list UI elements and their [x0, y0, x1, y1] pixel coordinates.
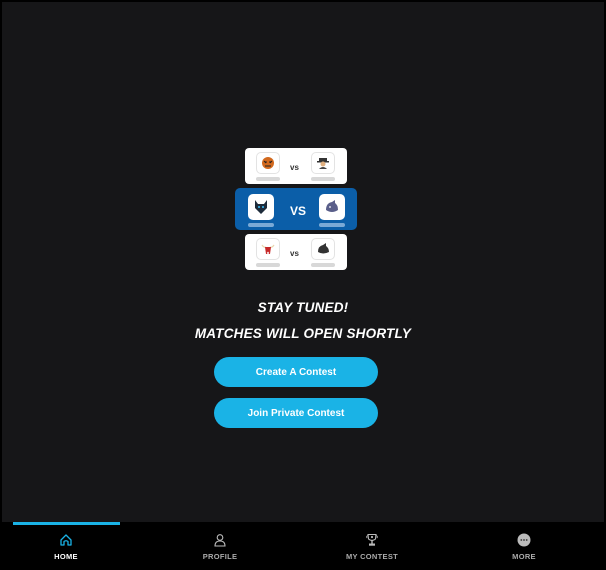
- team-name-placeholder: [256, 263, 280, 267]
- team-name-placeholder: [248, 223, 274, 227]
- bottom-nav: HOME PROFILE MY CONTEST MORE: [2, 522, 604, 570]
- team-name-placeholder: [256, 177, 280, 181]
- more-icon: [516, 532, 532, 548]
- team-name-placeholder: [319, 223, 345, 227]
- team-logo-rhino-blue: [319, 194, 345, 220]
- user-icon: [212, 532, 228, 548]
- stay-tuned-title: STAY TUNED!: [257, 300, 349, 315]
- home-icon: [58, 532, 74, 548]
- active-tab-indicator: [13, 522, 120, 525]
- app-screen: vs VS vs STAY TUNED! MATCHES WILL OPEN S…: [2, 2, 604, 570]
- nav-tab-label: MORE: [512, 552, 536, 561]
- trophy-icon: [364, 532, 380, 548]
- team-logo-rhino: [311, 238, 335, 260]
- team-logo-bull: [256, 238, 280, 260]
- vs-label: vs: [290, 163, 299, 172]
- team-name-placeholder: [311, 263, 335, 267]
- nav-tab-label: MY CONTEST: [345, 552, 399, 561]
- matches-open-subtitle: MATCHES WILL OPEN SHORTLY: [194, 326, 412, 341]
- vs-label: vs: [290, 249, 299, 258]
- team-name-placeholder: [311, 177, 335, 181]
- match-card: vs: [245, 148, 347, 184]
- nav-tab-label: PROFILE: [202, 552, 238, 561]
- home-content: vs VS vs STAY TUNED! MATCHES WILL OPEN S…: [2, 2, 604, 522]
- nav-tab-home[interactable]: HOME: [0, 528, 141, 568]
- nav-tab-more[interactable]: MORE: [449, 528, 599, 568]
- nav-tab-profile[interactable]: PROFILE: [145, 528, 295, 568]
- team-logo-wolf: [248, 194, 274, 220]
- match-card: vs: [245, 234, 347, 270]
- nav-tab-label: HOME: [54, 552, 78, 561]
- match-card-highlighted: VS: [235, 188, 357, 230]
- team-logo-spy: [311, 152, 335, 174]
- create-contest-button[interactable]: Create A Contest: [214, 357, 378, 387]
- nav-tab-my-contest[interactable]: MY CONTEST: [297, 528, 447, 568]
- join-private-contest-button[interactable]: Join Private Contest: [214, 398, 378, 428]
- vs-label: VS: [290, 204, 307, 218]
- team-logo-tiger: [256, 152, 280, 174]
